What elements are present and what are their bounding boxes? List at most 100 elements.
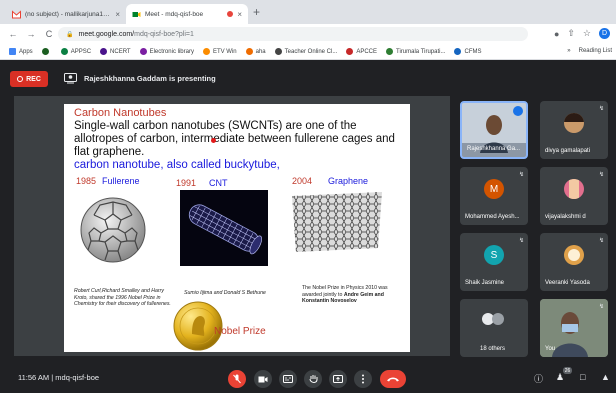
participant-photo <box>564 245 584 265</box>
participant-tile-mohammed[interactable]: ↯ M Mohammed Ayesh... <box>460 167 528 225</box>
activities-icon[interactable]: ▲ <box>601 372 610 382</box>
participant-tile-divya[interactable]: ↯ divya gamalapati <box>540 101 608 159</box>
participant-tile-veeranki[interactable]: ↯ Veeranki Yasoda <box>540 233 608 291</box>
bookmark-cfms[interactable]: CFMS <box>454 48 481 55</box>
leave-call-button[interactable] <box>380 370 406 388</box>
meet-control-bar: 11:56 AM | mdq-qisf-boe ⓘ ♟ 26 □ ▲ <box>0 362 616 393</box>
participant-tile-vijayalakshmi[interactable]: ↯ vijayalakshmi d <box>540 167 608 225</box>
graphene-image <box>292 192 382 252</box>
chevron-right-icon: » <box>567 48 571 54</box>
mic-off-icon: ↯ <box>598 238 604 244</box>
more-options-button[interactable] <box>354 370 372 388</box>
participant-name: divya gamalapati <box>545 148 591 154</box>
bookmark-appsc[interactable]: APPSC <box>60 48 91 55</box>
close-icon[interactable]: × <box>115 10 120 19</box>
reload-icon[interactable]: C <box>44 29 54 39</box>
participant-tile-others[interactable]: 18 others <box>460 299 528 357</box>
bookmark-teacher-online[interactable]: Teacher Online Cl... <box>274 48 337 55</box>
cfms-icon <box>454 48 462 55</box>
camera-toggle-button[interactable] <box>254 370 272 388</box>
label-graphene: Graphene <box>328 176 369 186</box>
hang-up-icon <box>387 377 399 382</box>
label-fullerene: Fullerene <box>102 176 140 186</box>
share-icon[interactable]: ⇧ <box>567 28 575 39</box>
lock-icon: 🔒 <box>66 31 74 38</box>
cnt-image <box>180 190 268 266</box>
people-count-badge: 26 <box>563 367 572 374</box>
address-bar[interactable]: 🔒 meet.google.com/mdq-qisf-boe?pli=1 <box>58 27 528 41</box>
participant-photo <box>564 179 584 199</box>
bookmark-v[interactable] <box>41 48 52 55</box>
caption-fullerene: Robert Curl,Richard Smalley and Harry Kr… <box>74 288 171 307</box>
participant-tile-you[interactable]: ↯ You <box>540 299 608 357</box>
star-icon[interactable]: ☆ <box>583 28 591 39</box>
forward-icon[interactable]: → <box>26 29 36 39</box>
speaking-icon <box>513 106 523 116</box>
back-icon[interactable]: ← <box>8 29 18 39</box>
etv-icon <box>202 48 210 55</box>
participant-tile-shaik[interactable]: ↯ S Shaik Jasmine <box>460 233 528 291</box>
bookmark-etv-win[interactable]: ETV Win <box>202 48 237 55</box>
meeting-time: 11:56 AM | mdq-qisf-boe <box>18 373 100 382</box>
bookmark-apcce[interactable]: APCCE <box>346 48 377 55</box>
captions-icon <box>283 375 293 383</box>
recording-dot-icon <box>227 11 234 17</box>
new-tab-button[interactable]: + <box>253 5 260 19</box>
presenting-label: Rajeshkhanna Gaddam is presenting <box>84 74 216 83</box>
record-icon <box>17 76 24 82</box>
meeting-code: mdq-qisf-boe <box>55 373 100 382</box>
group-avatar-icon <box>492 313 504 325</box>
mic-off-icon <box>233 374 241 384</box>
profile-avatar[interactable]: D <box>599 28 610 39</box>
screen: (no subject) - mallikarjuna18... × Meet … <box>0 0 616 393</box>
reading-list[interactable]: » Reading List <box>567 48 612 54</box>
present-button[interactable] <box>329 370 347 388</box>
captions-button[interactable] <box>279 370 297 388</box>
browser-tab-strip: (no subject) - mallikarjuna18... × Meet … <box>0 0 616 24</box>
hand-icon <box>309 375 317 383</box>
mic-toggle-button[interactable] <box>228 370 246 388</box>
participant-name: You <box>545 346 556 352</box>
more-vert-icon <box>362 374 364 384</box>
tab-gmail[interactable]: (no subject) - mallikarjuna18... × <box>6 4 126 24</box>
participant-name: Rajeshkhanna Ga... <box>467 146 521 152</box>
mic-off-icon: ↯ <box>598 106 604 112</box>
participant-name: 18 others <box>480 346 506 352</box>
recording-button[interactable]: REC <box>10 71 48 87</box>
mic-off-icon: ↯ <box>518 172 524 178</box>
slide-body: Single-wall carbon nanotubes (SWCNTs) ar… <box>74 120 395 158</box>
chat-icon[interactable]: □ <box>580 372 585 382</box>
avatar: M <box>484 179 504 199</box>
tab-gmail-label: (no subject) - mallikarjuna18... <box>25 10 112 18</box>
nobel-prize-label: Nobel Prize <box>214 326 266 337</box>
presentation-slide: Carbon Nanotubes Single-wall carbon nano… <box>64 104 410 352</box>
toolbar-actions: ● ⇧ ☆ D <box>554 28 610 39</box>
bookmark-tirumala[interactable]: Tirumala Tirupati... <box>386 48 445 55</box>
gmail-icon <box>12 9 21 19</box>
people-icon[interactable]: ♟ <box>556 372 564 383</box>
bookmarks-bar: Apps APPSC NCERT Electronic library ETV … <box>0 44 616 60</box>
info-icon[interactable]: ⓘ <box>534 372 543 385</box>
browser-toolbar: ← → C 🔒 meet.google.com/mdq-qisf-boe?pli… <box>0 24 616 44</box>
participant-tile-rajeshkhanna[interactable]: Rajeshkhanna Ga... <box>460 101 528 159</box>
bookmark-electronic-library[interactable]: Electronic library <box>139 48 194 55</box>
participant-name: Veeranki Yasoda <box>545 280 590 286</box>
meet-icon <box>132 10 141 19</box>
tirumala-icon <box>386 48 394 55</box>
participant-name: vijayalakshmi d <box>545 214 586 220</box>
bookmark-v-icon <box>41 48 49 55</box>
bookmark-aha[interactable]: aha <box>245 48 266 55</box>
apcce-icon <box>346 48 354 55</box>
avatar: S <box>484 245 504 265</box>
tab-meet[interactable]: Meet - mdq-qisf-boe × <box>126 4 248 24</box>
year-fullerene: 1985 <box>76 176 97 186</box>
mic-off-icon: ↯ <box>518 238 524 244</box>
bookmark-apps[interactable]: Apps <box>9 48 33 55</box>
aha-icon <box>245 48 253 55</box>
raise-hand-button[interactable] <box>304 370 322 388</box>
close-icon[interactable]: × <box>237 10 242 19</box>
bookmark-ncert[interactable]: NCERT <box>100 48 131 55</box>
camera-icon[interactable]: ● <box>554 29 559 39</box>
presentation-stage[interactable]: Carbon Nanotubes Single-wall carbon nano… <box>14 96 450 356</box>
year-graphene: 2004 <box>292 176 313 186</box>
